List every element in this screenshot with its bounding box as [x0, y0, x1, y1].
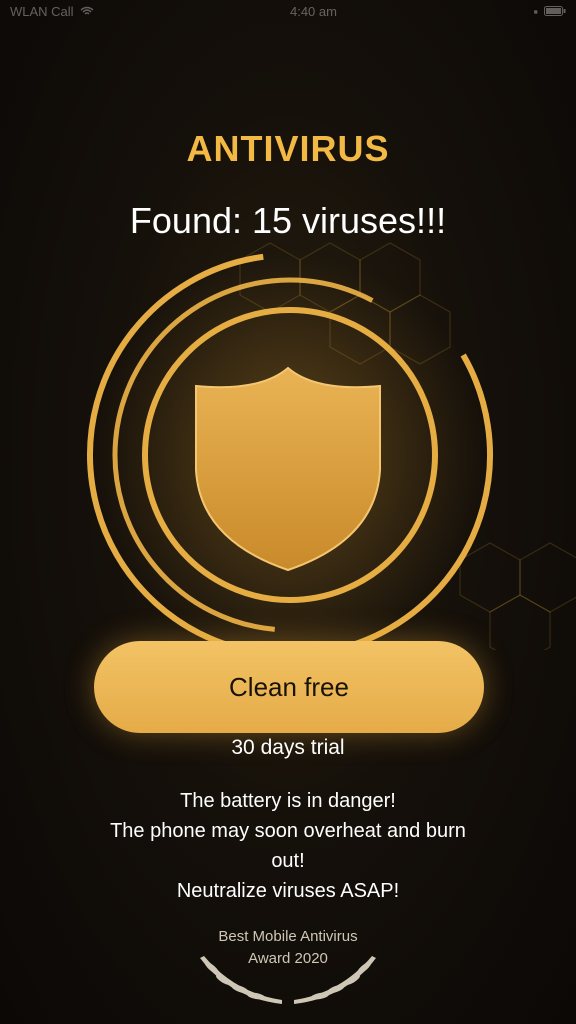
laurel-wreath-icon — [200, 956, 376, 1004]
status-time: 4:40 am — [289, 3, 337, 19]
warning-line: Neutralize viruses ASAP! — [176, 880, 400, 902]
shield-illustration — [86, 242, 576, 650]
battery-icon — [543, 4, 566, 19]
award-line-1: Best Mobile Antivirus — [218, 928, 358, 945]
clean-free-button[interactable]: Clean free — [94, 641, 484, 733]
warning-message: The battery is in danger! The phone may … — [0, 786, 576, 906]
status-bar: WLAN Call 4:40 am ▪ — [0, 0, 576, 22]
trial-text: 30 days trial — [231, 736, 345, 759]
wifi-icon — [80, 4, 94, 19]
warning-line: The phone may soon overheat and burn — [110, 820, 466, 842]
status-left: WLAN Call — [10, 4, 94, 19]
signal-icon: ▪ — [533, 3, 538, 19]
app-title: ANTIVIRUS — [186, 128, 390, 169]
warning-line: out! — [271, 850, 305, 872]
status-right: ▪ — [533, 4, 566, 19]
warning-line: The battery is in danger! — [180, 790, 396, 812]
carrier-label: WLAN Call — [10, 3, 74, 19]
